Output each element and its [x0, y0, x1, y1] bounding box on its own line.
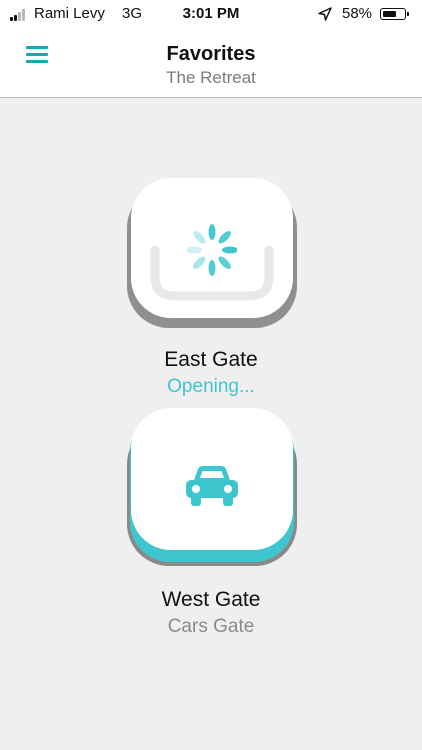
- gate-name: West Gate: [161, 588, 261, 611]
- battery-icon: [380, 8, 409, 20]
- east-gate-button[interactable]: [127, 178, 297, 328]
- location-arrow-icon: [318, 7, 332, 21]
- west-gate-button[interactable]: [127, 408, 297, 566]
- status-bar: Rami Levy 3G 3:01 PM 58%: [0, 0, 422, 28]
- loading-spinner-icon: [187, 224, 237, 276]
- gate-status: Opening...: [167, 376, 255, 397]
- page-title: Favorites: [166, 43, 256, 65]
- gate-card-west: West Gate Cars Gate: [0, 408, 422, 643]
- battery-percentage: 58%: [342, 5, 373, 22]
- page-subtitle: The Retreat: [166, 68, 256, 87]
- gate-card-east: East Gate Opening...: [0, 178, 422, 408]
- car-icon: [186, 466, 238, 506]
- header: Favorites The Retreat: [0, 28, 422, 98]
- gate-status: Cars Gate: [167, 616, 255, 637]
- gate-name: East Gate: [164, 348, 258, 371]
